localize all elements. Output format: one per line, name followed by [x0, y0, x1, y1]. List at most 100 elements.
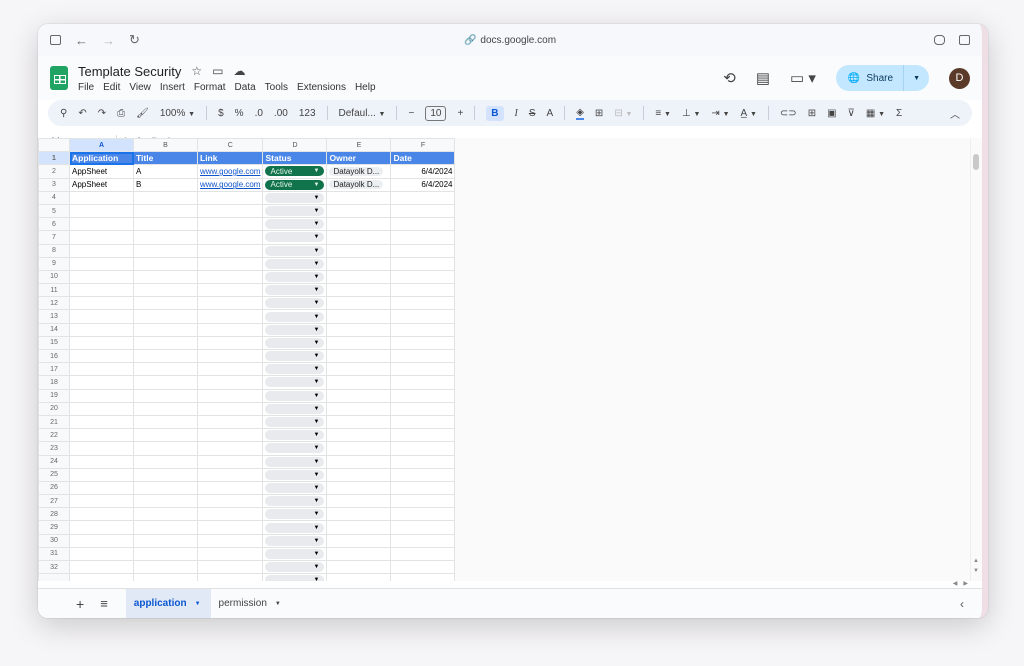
- cell[interactable]: ▼: [262, 217, 328, 232]
- cell[interactable]: ▼: [262, 559, 328, 575]
- font-size-input[interactable]: 10: [425, 105, 447, 121]
- status-dropdown-chip[interactable]: ▼: [265, 258, 325, 269]
- cell[interactable]: [390, 335, 456, 351]
- cell-status[interactable]: Active ▼: [262, 164, 328, 179]
- cell[interactable]: [196, 256, 264, 271]
- cell[interactable]: [69, 335, 134, 351]
- menu-help[interactable]: Help: [355, 82, 376, 93]
- cell[interactable]: [196, 322, 264, 337]
- cell[interactable]: [196, 401, 264, 416]
- cell[interactable]: [69, 507, 134, 522]
- status-dropdown-chip[interactable]: ▼: [265, 337, 325, 348]
- cell[interactable]: [390, 269, 456, 285]
- cell[interactable]: ▼: [262, 533, 328, 548]
- cell[interactable]: ▼: [262, 375, 328, 390]
- cell[interactable]: [326, 507, 392, 522]
- cell[interactable]: [326, 296, 392, 311]
- cell[interactable]: [196, 348, 264, 364]
- cell[interactable]: [69, 322, 134, 337]
- reload-icon[interactable]: ↻: [129, 32, 140, 48]
- cell[interactable]: [69, 494, 134, 509]
- cell[interactable]: [326, 441, 392, 456]
- cell[interactable]: [133, 243, 198, 258]
- add-sheet-button[interactable]: +: [76, 596, 84, 612]
- cell[interactable]: ▼: [262, 494, 328, 509]
- cell[interactable]: ▼: [262, 573, 328, 581]
- status-dropdown-chip[interactable]: ▼: [265, 324, 325, 335]
- cell[interactable]: [390, 559, 456, 575]
- cell[interactable]: [133, 546, 198, 562]
- row-header[interactable]: 11: [38, 283, 70, 298]
- cell[interactable]: [390, 414, 456, 430]
- cell[interactable]: [69, 388, 134, 403]
- back-icon[interactable]: ←: [75, 33, 88, 48]
- cell-date[interactable]: 6/4/2024: [390, 164, 456, 179]
- cell[interactable]: [326, 256, 392, 271]
- menu-insert[interactable]: Insert: [160, 82, 185, 93]
- sheets-logo-icon[interactable]: [50, 66, 68, 90]
- status-dropdown-chip[interactable]: ▼: [265, 403, 325, 414]
- share-button[interactable]: 🌐 Share ▼: [835, 65, 929, 91]
- cell[interactable]: [390, 217, 456, 232]
- cell[interactable]: [196, 388, 264, 403]
- zoom-select[interactable]: 100% ▼: [160, 108, 195, 119]
- row-header[interactable]: 21: [38, 414, 70, 430]
- cell[interactable]: [390, 480, 456, 496]
- status-dropdown-chip[interactable]: ▼: [265, 219, 325, 230]
- cell[interactable]: [69, 375, 134, 390]
- cell[interactable]: ▼: [262, 348, 328, 364]
- cell[interactable]: [133, 203, 198, 219]
- cell[interactable]: [390, 494, 456, 509]
- cell[interactable]: [326, 546, 392, 562]
- column-header-d[interactable]: D: [262, 138, 328, 153]
- row-header[interactable]: 22: [38, 428, 70, 443]
- row-header[interactable]: 1: [38, 151, 70, 166]
- column-header-b[interactable]: B: [133, 138, 198, 153]
- cell[interactable]: [196, 507, 264, 522]
- cell[interactable]: [133, 533, 198, 548]
- cell[interactable]: [69, 480, 134, 496]
- cell[interactable]: [390, 428, 456, 443]
- cell[interactable]: [133, 256, 198, 271]
- cell[interactable]: [196, 190, 264, 205]
- cell[interactable]: [326, 322, 392, 337]
- column-header-a[interactable]: A: [69, 138, 134, 153]
- spreadsheet-grid[interactable]: A B C D E F 1 Application Title Link Sta…: [38, 138, 982, 581]
- cell[interactable]: [133, 388, 198, 403]
- row-header[interactable]: 29: [38, 520, 70, 535]
- cell[interactable]: [196, 217, 264, 232]
- cell[interactable]: [196, 559, 264, 575]
- cell[interactable]: [390, 388, 456, 403]
- cell[interactable]: [196, 546, 264, 562]
- strikethrough-button[interactable]: S: [529, 108, 536, 119]
- status-dropdown-chip[interactable]: ▼: [265, 575, 325, 581]
- cell[interactable]: [326, 230, 392, 245]
- row-header[interactable]: 23: [38, 441, 70, 456]
- row-header[interactable]: 14: [38, 322, 70, 337]
- owner-chip[interactable]: Datayolk D...: [329, 180, 384, 190]
- cell[interactable]: [133, 362, 198, 377]
- cell[interactable]: [390, 546, 456, 562]
- cell[interactable]: ▼: [262, 401, 328, 416]
- cell[interactable]: ▼: [262, 414, 328, 430]
- percent-format-button[interactable]: %: [235, 108, 244, 119]
- menu-view[interactable]: View: [129, 82, 151, 93]
- cell[interactable]: ▼: [262, 454, 328, 469]
- status-dropdown-chip[interactable]: ▼: [265, 535, 325, 546]
- cell[interactable]: [390, 203, 456, 219]
- forward-icon[interactable]: →: [102, 33, 115, 48]
- cell[interactable]: [133, 414, 198, 430]
- cell-owner[interactable]: Datayolk D...: [326, 164, 392, 179]
- row-header[interactable]: 18: [38, 375, 70, 390]
- cell[interactable]: [196, 520, 264, 535]
- cell[interactable]: [133, 283, 198, 298]
- row-header[interactable]: 32: [38, 559, 70, 575]
- row-header[interactable]: 16: [38, 348, 70, 364]
- row-header[interactable]: [38, 573, 70, 581]
- sheet-tab-application[interactable]: application ▼: [125, 589, 211, 618]
- filter-views-icon[interactable]: ▦ ▼: [866, 108, 885, 119]
- cell-owner[interactable]: Datayolk D...: [326, 177, 392, 192]
- cell[interactable]: [196, 467, 264, 482]
- redo-icon[interactable]: ↷: [98, 108, 106, 119]
- meet-icon[interactable]: ▭ ▾: [790, 69, 816, 87]
